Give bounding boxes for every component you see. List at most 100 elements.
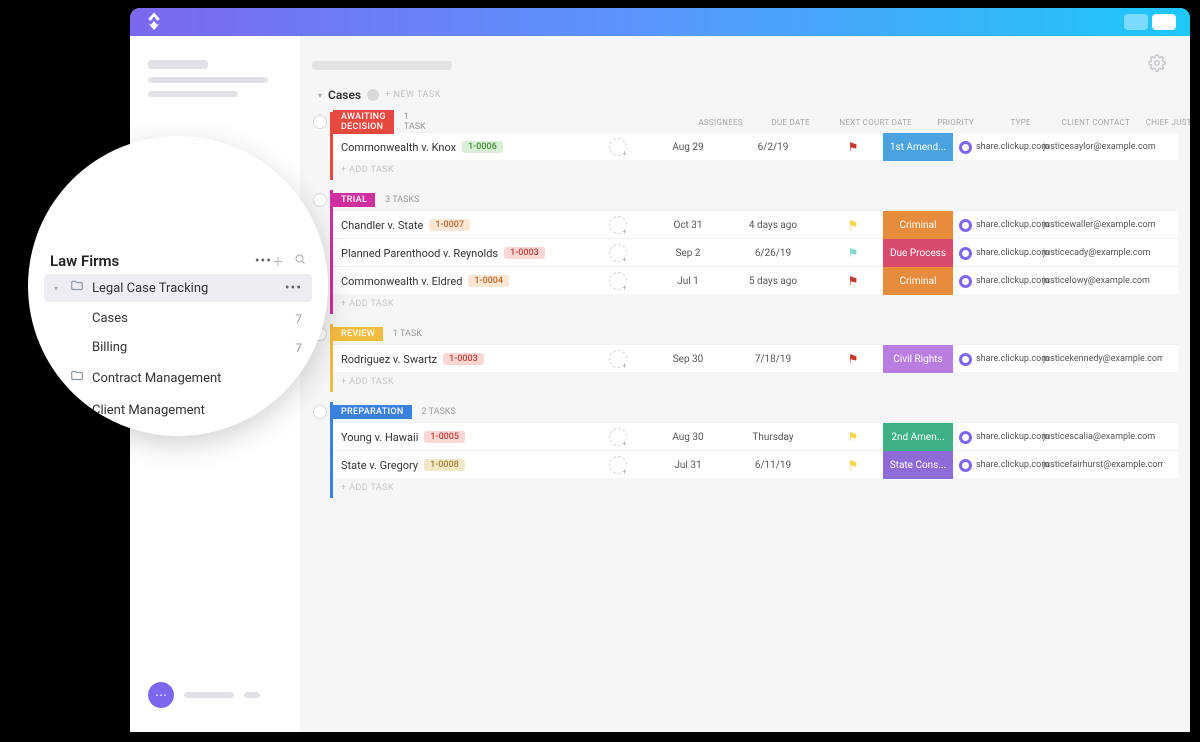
next-court-date[interactable]: 4 days ago (723, 220, 823, 231)
folder-label: Client Management (92, 403, 205, 418)
link-icon (959, 275, 972, 288)
status-group-trial: TRIAL 3 TASKS Chandler v. State 1-0007 O… (330, 190, 1178, 314)
more-icon[interactable]: ••• (255, 253, 272, 269)
task-count: 3 TASKS (385, 195, 419, 205)
priority-flag-icon[interactable]: ⚑ (848, 352, 859, 366)
type-tag[interactable]: Due Process (883, 239, 953, 267)
next-court-date[interactable]: 6/11/19 (723, 460, 823, 471)
assignee-add-icon[interactable] (609, 244, 627, 262)
task-name: Commonwealth v. Knox (341, 141, 456, 154)
task-row[interactable]: Young v. Hawaii 1-0005 Aug 30 Thursday ⚑… (333, 422, 1178, 450)
next-court-date[interactable]: 5 days ago (723, 276, 823, 287)
workspace-title[interactable]: Law Firms (50, 252, 249, 270)
due-date[interactable]: Sep 2 (653, 248, 723, 259)
col-cjc: CHIEF JUSTICE CONTACT (1146, 118, 1190, 127)
priority-flag-icon[interactable]: ⚑ (848, 430, 859, 444)
case-id-tag: 1-0006 (462, 141, 503, 153)
chat-icon[interactable]: ⋯ (148, 682, 174, 708)
due-date[interactable]: Sep 30 (653, 354, 723, 365)
next-court-date[interactable]: Thursday (723, 432, 823, 443)
assignee-add-icon[interactable] (609, 456, 627, 474)
status-pill[interactable]: PREPARATION (333, 405, 412, 419)
type-tag[interactable]: State Cons... (883, 451, 953, 479)
status-pill[interactable]: REVIEW (333, 327, 383, 341)
priority-flag-icon[interactable]: ⚑ (848, 140, 859, 154)
add-task-button[interactable]: + ADD TASK (333, 160, 1178, 180)
sidebar-folder[interactable]: ▾ Legal Case Tracking ••• (44, 274, 312, 302)
task-name: Chandler v. State (341, 219, 423, 232)
task-count: 1 TASK (404, 112, 426, 132)
priority-flag-icon[interactable]: ⚑ (848, 218, 859, 232)
chevron-icon: ▸ (54, 406, 62, 415)
sidebar-list[interactable]: Billing7 (44, 335, 312, 360)
priority-flag-icon[interactable]: ⚑ (848, 458, 859, 472)
group-toggle-icon[interactable] (313, 193, 327, 207)
client-contact[interactable]: share.clickup.com (953, 353, 1043, 366)
add-icon[interactable]: ＋ (272, 253, 284, 270)
search-icon[interactable] (294, 253, 306, 270)
due-date[interactable]: Aug 29 (653, 142, 723, 153)
add-task-button[interactable]: + ADD TASK (333, 478, 1178, 498)
priority-flag-icon[interactable]: ⚑ (848, 246, 859, 260)
due-date[interactable]: Jul 1 (653, 276, 723, 287)
folder-icon (70, 369, 84, 387)
client-contact[interactable]: share.clickup.com (953, 275, 1043, 288)
assignee-add-icon[interactable] (609, 428, 627, 446)
chief-justice-contact[interactable]: justicescalia@example.com (1043, 432, 1163, 442)
sidebar-list[interactable]: Cases7 (44, 306, 312, 331)
view-toggle[interactable] (1124, 14, 1176, 30)
priority-flag-icon[interactable]: ⚑ (848, 274, 859, 288)
chief-justice-contact[interactable]: justicelowy@example.com (1043, 276, 1163, 286)
client-contact[interactable]: share.clickup.com (953, 431, 1043, 444)
client-contact[interactable]: share.clickup.com (953, 247, 1043, 260)
group-toggle-icon[interactable] (313, 405, 327, 419)
folder-icon (70, 433, 84, 436)
chief-justice-contact[interactable]: justicesaylor@example.com (1043, 142, 1163, 152)
type-tag[interactable]: Criminal (883, 211, 953, 239)
task-row[interactable]: Rodriguez v. Swartz 1-0003 Sep 30 7/18/1… (333, 344, 1178, 372)
col-due: DUE DATE (756, 118, 826, 127)
status-pill[interactable]: AWAITING DECISION (333, 110, 394, 134)
sidebar-folder[interactable]: ▸ Contract Management (44, 364, 312, 392)
gear-icon[interactable] (1148, 54, 1166, 76)
chief-justice-contact[interactable]: justicecady@example.com (1043, 248, 1163, 258)
due-date[interactable]: Oct 31 (653, 220, 723, 231)
link-icon (959, 459, 972, 472)
list-label: Cases (92, 311, 128, 326)
new-task-button[interactable]: + NEW TASK (385, 90, 441, 100)
assignee-add-icon[interactable] (609, 272, 627, 290)
add-task-button[interactable]: + ADD TASK (333, 294, 1178, 314)
folder-more-icon[interactable]: ••• (285, 280, 302, 296)
chief-justice-contact[interactable]: justicefairhurst@example.com (1043, 460, 1163, 470)
task-row[interactable]: Planned Parenthood v. Reynolds 1-0003 Se… (333, 238, 1178, 266)
task-row[interactable]: Commonwealth v. Knox 1-0006 Aug 29 6/2/1… (333, 132, 1178, 160)
task-count: 1 TASK (393, 329, 422, 339)
chief-justice-contact[interactable]: justicekennedy@example.com (1043, 354, 1163, 364)
collapse-icon[interactable]: ▾ (318, 91, 322, 100)
type-tag[interactable]: Civil Rights (883, 345, 953, 373)
assignee-add-icon[interactable] (609, 350, 627, 368)
info-icon[interactable] (367, 89, 379, 101)
client-contact[interactable]: share.clickup.com (953, 141, 1043, 154)
next-court-date[interactable]: 6/2/19 (723, 142, 823, 153)
case-id-tag: 1-0007 (429, 219, 470, 231)
type-tag[interactable]: Criminal (883, 267, 953, 295)
add-task-button[interactable]: + ADD TASK (333, 372, 1178, 392)
task-row[interactable]: Chandler v. State 1-0007 Oct 31 4 days a… (333, 210, 1178, 238)
client-contact[interactable]: share.clickup.com (953, 219, 1043, 232)
group-toggle-icon[interactable] (313, 115, 327, 129)
assignee-add-icon[interactable] (609, 138, 627, 156)
due-date[interactable]: Aug 30 (653, 432, 723, 443)
client-contact[interactable]: share.clickup.com (953, 459, 1043, 472)
task-row[interactable]: Commonwealth v. Eldred 1-0004 Jul 1 5 da… (333, 266, 1178, 294)
type-tag[interactable]: 1st Amend... (883, 133, 953, 161)
chief-justice-contact[interactable]: justicewaller@example.com (1043, 220, 1163, 230)
next-court-date[interactable]: 7/18/19 (723, 354, 823, 365)
assignee-add-icon[interactable] (609, 216, 627, 234)
task-row[interactable]: State v. Gregory 1-0008 Jul 31 6/11/19 ⚑… (333, 450, 1178, 478)
type-tag[interactable]: 2nd Amen... (883, 423, 953, 451)
next-court-date[interactable]: 6/26/19 (723, 248, 823, 259)
list-title[interactable]: Cases (328, 88, 361, 102)
due-date[interactable]: Jul 31 (653, 460, 723, 471)
status-pill[interactable]: TRIAL (333, 193, 375, 207)
